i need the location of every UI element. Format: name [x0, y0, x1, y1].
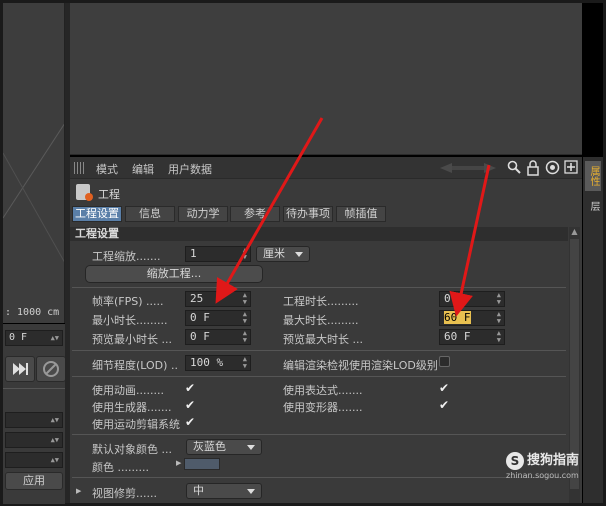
- use-generators-checkbox[interactable]: ✔: [184, 399, 196, 411]
- max-duration-field[interactable]: 60 F ▲ ▼: [439, 310, 505, 326]
- min-duration-label: 最小时长.........: [92, 314, 168, 327]
- project-scale-field[interactable]: 1 ▲ ▼: [185, 246, 251, 262]
- editor-lod-checkbox[interactable]: [439, 356, 450, 367]
- left-field-3[interactable]: ▲▼: [5, 432, 63, 448]
- unit-dropdown[interactable]: 厘米: [256, 246, 310, 262]
- use-expressions-checkbox[interactable]: ✔: [438, 382, 450, 394]
- tab-interpolation[interactable]: 帧插值: [336, 206, 386, 222]
- use-expressions-label: 使用表达式.......: [283, 384, 363, 397]
- left-viewport[interactable]: [3, 3, 65, 323]
- fps-label: 帧率(FPS) .....: [92, 295, 164, 308]
- expand-arrow-icon[interactable]: ▶: [176, 459, 181, 467]
- color-swatch[interactable]: [184, 458, 220, 470]
- object-title: 工程: [98, 188, 120, 201]
- attribute-menubar: 模式 编辑 用户数据: [70, 157, 582, 179]
- skip-end-icon: [13, 363, 28, 375]
- max-duration-label: 最大时长.........: [283, 314, 359, 327]
- grip-icon[interactable]: [74, 162, 86, 174]
- watermark-name: 搜狗指南: [527, 453, 580, 468]
- chevron-down-icon: [247, 445, 255, 450]
- project-icon: [76, 184, 93, 201]
- scroll-up-icon: ▲: [571, 227, 578, 236]
- view-clipping-label: 视图修剪......: [92, 487, 157, 500]
- use-deformers-label: 使用变形器.......: [283, 401, 363, 414]
- target-icon[interactable]: [544, 160, 560, 176]
- no-record-icon: [43, 361, 59, 377]
- preview-min-field[interactable]: 0 F ▲ ▼: [185, 329, 251, 345]
- add-icon[interactable]: [563, 160, 579, 176]
- menu-mode[interactable]: 模式: [96, 161, 118, 177]
- section-title: 工程设置: [70, 227, 568, 241]
- left-panel: 0 F ▲▼ ▲▼ ▲▼ ▲▼ 应用: [3, 324, 66, 504]
- lod-field[interactable]: 100 % ▲ ▼: [185, 355, 251, 371]
- default-color-label: 默认对象颜色 ...: [92, 443, 172, 456]
- left-field-4[interactable]: ▲▼: [5, 452, 63, 468]
- use-generators-label: 使用生成器.......: [92, 401, 172, 414]
- project-duration-field[interactable]: 0 F ▲ ▼: [439, 291, 505, 307]
- use-animation-label: 使用动画........: [92, 384, 164, 397]
- divider: [72, 434, 566, 435]
- left-field-2[interactable]: ▲▼: [5, 412, 63, 428]
- fps-field[interactable]: 25 ▲ ▼: [185, 291, 251, 307]
- divider: [72, 477, 566, 478]
- divider: [72, 287, 566, 288]
- project-scale-label: 工程缩放.......: [92, 250, 161, 263]
- tab-reference[interactable]: 参考: [230, 206, 280, 222]
- lock-icon[interactable]: [525, 160, 541, 176]
- view-clipping-dropdown[interactable]: 中: [186, 483, 262, 499]
- tab-project-settings[interactable]: 工程设置: [72, 206, 122, 222]
- tab-dynamics[interactable]: 动力学: [178, 206, 228, 222]
- top-viewport[interactable]: [70, 3, 582, 155]
- tab-info[interactable]: 信息: [125, 206, 175, 222]
- record-button[interactable]: [36, 356, 66, 382]
- editor-lod-label: 编辑渲染检视使用渲染LOD级别: [283, 359, 438, 372]
- search-icon[interactable]: [506, 160, 522, 176]
- default-color-dropdown[interactable]: 灰蓝色: [186, 439, 262, 455]
- menu-edit[interactable]: 编辑: [132, 161, 154, 177]
- side-tab-attributes[interactable]: 属性: [585, 161, 601, 191]
- object-header: 工程: [70, 181, 582, 203]
- min-duration-field[interactable]: 0 F ▲ ▼: [185, 310, 251, 326]
- chevron-down-icon: [295, 252, 303, 257]
- preview-max-field[interactable]: 60 F ▲ ▼: [439, 329, 505, 345]
- color-label: 颜色 .........: [92, 461, 149, 474]
- motion-system-label: 使用运动剪辑系统: [92, 418, 180, 431]
- watermark: S 搜狗指南 zhinan.sogou.com: [506, 452, 602, 482]
- side-tab-layers[interactable]: 层: [585, 195, 601, 217]
- navigation-arrows-icon[interactable]: [438, 161, 498, 175]
- expand-arrow-icon[interactable]: ▶: [76, 487, 81, 495]
- left-frame-field[interactable]: 0 F ▲▼: [5, 330, 63, 346]
- viewport-grid: [3, 123, 64, 263]
- chevron-down-icon: [247, 489, 255, 494]
- divider: [72, 350, 566, 351]
- lod-label: 细节程度(LOD) ..: [92, 359, 178, 372]
- project-duration-label: 工程时长.........: [283, 295, 359, 308]
- goto-end-button[interactable]: [5, 356, 35, 382]
- menu-user-data[interactable]: 用户数据: [168, 161, 212, 177]
- use-animation-checkbox[interactable]: ✔: [184, 382, 196, 394]
- tab-todo[interactable]: 待办事项: [283, 206, 333, 222]
- scale-readout: : 1000 cm: [5, 307, 60, 318]
- apply-button[interactable]: 应用: [5, 472, 63, 490]
- left-divider: [3, 388, 65, 389]
- preview-max-label: 预览最大时长 ...: [283, 333, 363, 346]
- divider: [72, 376, 566, 377]
- use-deformers-checkbox[interactable]: ✔: [438, 399, 450, 411]
- sogou-logo-icon: S: [506, 452, 524, 470]
- scale-project-button[interactable]: 缩放工程...: [85, 265, 263, 283]
- motion-system-checkbox[interactable]: ✔: [184, 416, 196, 428]
- preview-min-label: 预览最小时长 ...: [92, 333, 172, 346]
- watermark-url: zhinan.sogou.com: [506, 471, 579, 480]
